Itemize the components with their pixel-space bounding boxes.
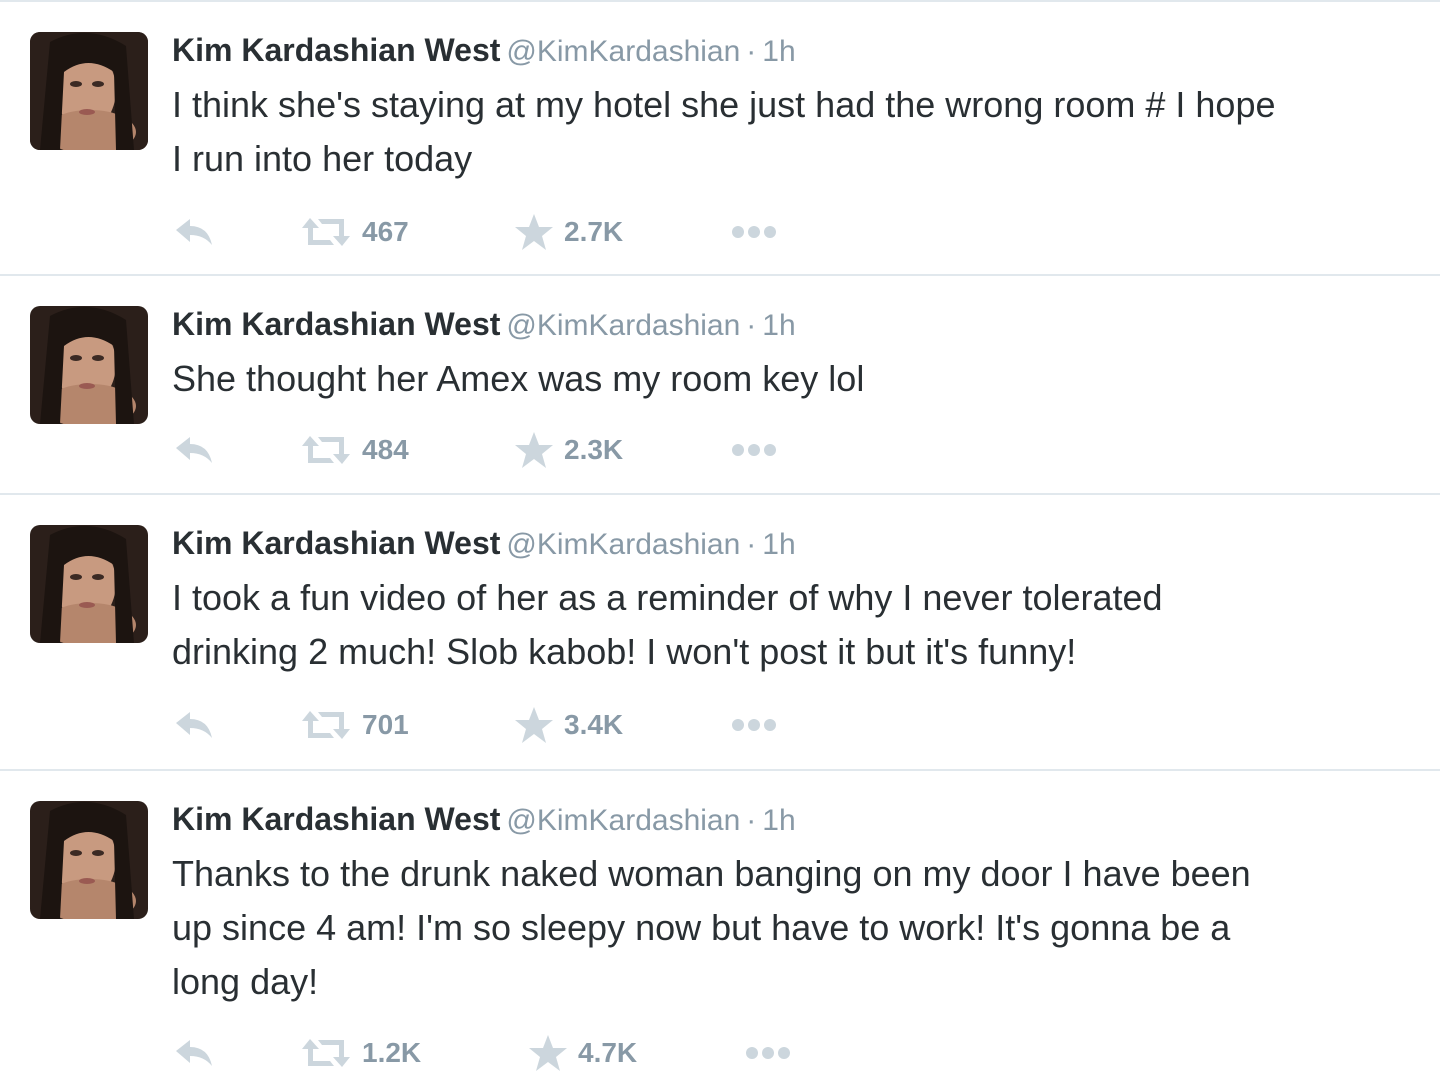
- tweet-actions: 1.2K 4.7K: [172, 1033, 872, 1073]
- reply-button[interactable]: [172, 1033, 216, 1073]
- star-icon: [515, 432, 553, 468]
- author-name[interactable]: Kim Kardashian West: [172, 32, 500, 68]
- separator: ·: [746, 309, 757, 342]
- reply-icon: [176, 219, 212, 245]
- avatar-photo-icon: [30, 32, 148, 150]
- reply-button[interactable]: [172, 705, 216, 745]
- star-icon: [515, 214, 553, 250]
- avatar[interactable]: [30, 801, 148, 919]
- avatar[interactable]: [30, 306, 148, 424]
- tweet-actions: 484 2.3K: [172, 430, 872, 470]
- favorite-count: 2.3K: [564, 434, 624, 465]
- more-button[interactable]: [728, 212, 780, 252]
- star-icon: [515, 707, 553, 743]
- timestamp[interactable]: 1h: [762, 804, 795, 837]
- more-dots-icon: [732, 226, 776, 238]
- timestamp[interactable]: 1h: [762, 35, 795, 68]
- retweet-count: 701: [362, 709, 409, 740]
- tweet-text: I think she's staying at my hotel she ju…: [172, 84, 1276, 179]
- more-dots-icon: [746, 1047, 790, 1059]
- reply-icon: [176, 712, 212, 738]
- tweet-text: I took a fun video of her as a reminder …: [172, 577, 1163, 672]
- more-dots-icon: [732, 719, 776, 731]
- tweet-header: Kim Kardashian West @KimKardashian · 1h: [172, 304, 796, 344]
- retweet-button[interactable]: 701: [300, 705, 409, 745]
- favorite-count: 2.7K: [564, 216, 624, 247]
- tweet-header: Kim Kardashian West @KimKardashian · 1h: [172, 30, 796, 70]
- tweet[interactable]: Kim Kardashian West @KimKardashian · 1h Tha…: [0, 771, 1440, 1087]
- retweet-count: 1.2K: [362, 1037, 422, 1068]
- author-name[interactable]: Kim Kardashian West: [172, 525, 500, 561]
- tweet-text: She thought her Amex was my room key lol: [172, 358, 865, 399]
- avatar[interactable]: [30, 32, 148, 150]
- favorite-button[interactable]: 2.3K: [514, 430, 623, 470]
- favorite-button[interactable]: 3.4K: [514, 705, 623, 745]
- timestamp[interactable]: 1h: [762, 309, 795, 342]
- more-button[interactable]: [728, 705, 780, 745]
- reply-button[interactable]: [172, 430, 216, 470]
- retweet-icon: [302, 218, 350, 246]
- tweet[interactable]: Kim Kardashian West @KimKardashian · 1h I t…: [0, 495, 1440, 771]
- favorite-count: 3.4K: [564, 709, 624, 740]
- reply-icon: [176, 1040, 212, 1066]
- more-button[interactable]: [728, 430, 780, 470]
- retweet-count: 484: [362, 434, 409, 465]
- separator: ·: [746, 804, 757, 837]
- favorite-button[interactable]: 4.7K: [528, 1033, 637, 1073]
- author-name[interactable]: Kim Kardashian West: [172, 306, 500, 342]
- author-handle[interactable]: @KimKardashian: [506, 35, 740, 68]
- tweet-actions: 701 3.4K: [172, 705, 872, 745]
- star-icon: [529, 1035, 567, 1071]
- avatar-photo-icon: [30, 306, 148, 424]
- favorite-count: 4.7K: [578, 1037, 638, 1068]
- retweet-icon: [302, 436, 350, 464]
- avatar-photo-icon: [30, 525, 148, 643]
- retweet-count: 467: [362, 216, 409, 247]
- tweet-text: Thanks to the drunk naked woman banging …: [172, 853, 1251, 1002]
- more-button[interactable]: [742, 1033, 794, 1073]
- tweet[interactable]: Kim Kardashian West @KimKardashian · 1h She…: [0, 276, 1440, 495]
- timestamp[interactable]: 1h: [762, 528, 795, 561]
- more-dots-icon: [732, 444, 776, 456]
- tweet-actions: 467 2.7K: [172, 212, 872, 252]
- author-handle[interactable]: @KimKardashian: [506, 804, 740, 837]
- reply-button[interactable]: [172, 212, 216, 252]
- separator: ·: [746, 35, 757, 68]
- retweet-button[interactable]: 467: [300, 212, 409, 252]
- avatar[interactable]: [30, 525, 148, 643]
- author-handle[interactable]: @KimKardashian: [506, 309, 740, 342]
- retweet-icon: [302, 711, 350, 739]
- retweet-button[interactable]: 484: [300, 430, 409, 470]
- retweet-button[interactable]: 1.2K: [300, 1033, 421, 1073]
- author-handle[interactable]: @KimKardashian: [506, 528, 740, 561]
- tweet[interactable]: Kim Kardashian West @KimKardashian · 1h I t…: [0, 2, 1440, 276]
- author-name[interactable]: Kim Kardashian West: [172, 801, 500, 837]
- tweet-header: Kim Kardashian West @KimKardashian · 1h: [172, 523, 796, 563]
- tweet-timeline: Kim Kardashian West @KimKardashian · 1h I t…: [0, 0, 1440, 1087]
- avatar-photo-icon: [30, 801, 148, 919]
- retweet-icon: [302, 1039, 350, 1067]
- tweet-header: Kim Kardashian West @KimKardashian · 1h: [172, 799, 796, 839]
- reply-icon: [176, 437, 212, 463]
- favorite-button[interactable]: 2.7K: [514, 212, 623, 252]
- separator: ·: [746, 528, 757, 561]
